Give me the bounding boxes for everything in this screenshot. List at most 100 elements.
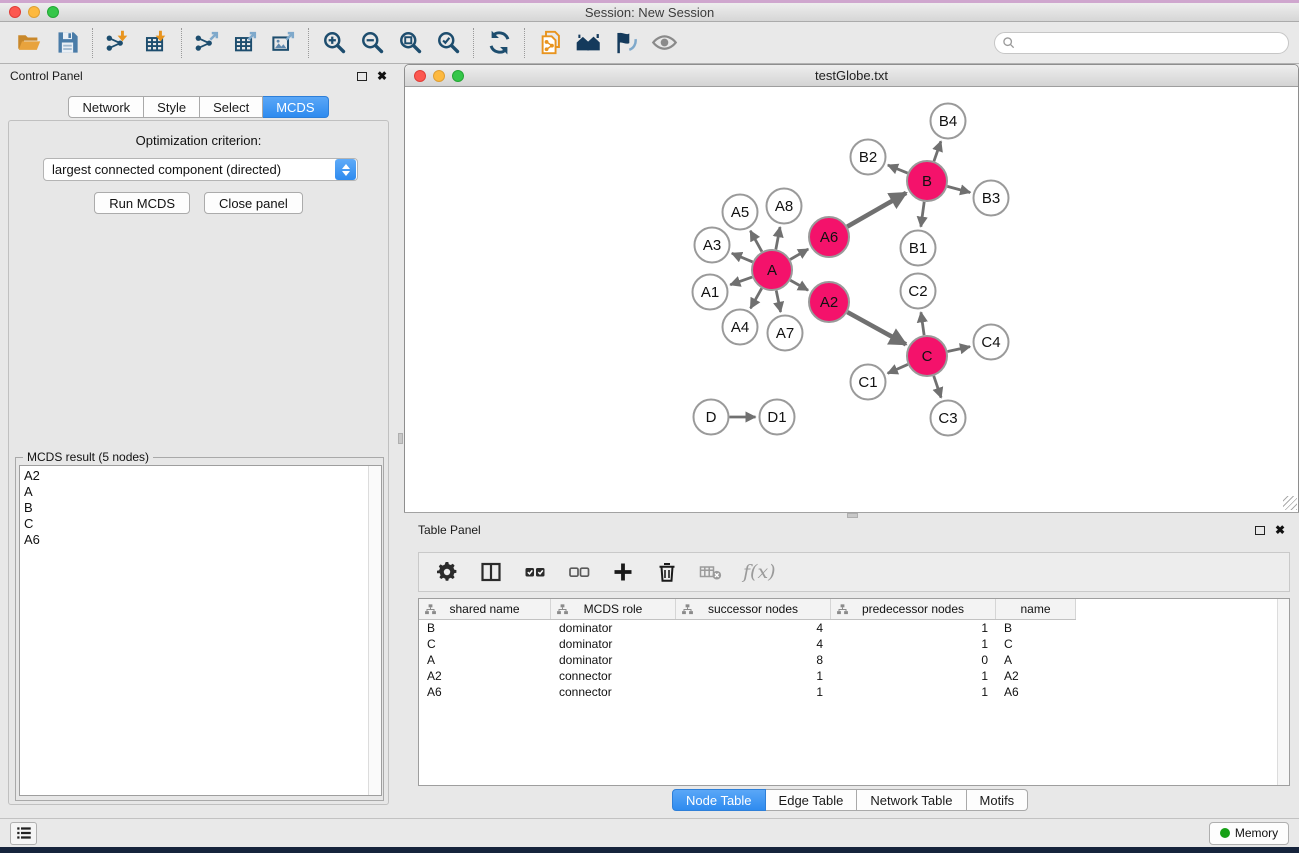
node-C2[interactable]: C2	[901, 274, 936, 309]
function-builder-icon[interactable]: f(x)	[743, 561, 776, 583]
node-A[interactable]: A	[752, 250, 792, 290]
column-header-successor-nodes[interactable]: successor nodes	[676, 599, 831, 619]
node-B[interactable]: B	[907, 161, 947, 201]
delete-table-button[interactable]	[699, 560, 723, 584]
zoom-in-button[interactable]	[315, 26, 353, 60]
edge-A-A3[interactable]	[732, 253, 753, 262]
control-panel-close-button[interactable]: ✖	[377, 72, 387, 81]
column-header-predecessor-nodes[interactable]: predecessor nodes	[831, 599, 996, 619]
edge-A-A6[interactable]	[790, 249, 808, 259]
column-header-MCDS-role[interactable]: MCDS role	[551, 599, 676, 619]
tab-node-table[interactable]: Node Table	[672, 789, 766, 811]
node-B1[interactable]: B1	[901, 231, 936, 266]
tab-mcds[interactable]: MCDS	[263, 96, 328, 118]
node-B4[interactable]: B4	[931, 104, 966, 139]
node-C3[interactable]: C3	[931, 401, 966, 436]
node-A4[interactable]: A4	[723, 310, 758, 345]
node-A7[interactable]: A7	[768, 316, 803, 351]
export-image-button[interactable]	[264, 26, 302, 60]
vertical-splitter[interactable]	[397, 64, 404, 818]
export-network-button[interactable]	[188, 26, 226, 60]
zoom-fit-button[interactable]	[391, 26, 429, 60]
node-B3[interactable]: B3	[974, 181, 1009, 216]
mcds-result-item[interactable]: A2	[24, 468, 368, 484]
mcds-result-list[interactable]: A2ABCA6	[19, 465, 382, 796]
edge-A-A2[interactable]	[790, 280, 808, 290]
edge-A-A5[interactable]	[750, 231, 761, 252]
edge-C-C4[interactable]	[948, 347, 970, 352]
edge-B-B4[interactable]	[934, 141, 941, 161]
edge-A-A1[interactable]	[730, 277, 752, 285]
node-A2[interactable]: A2	[809, 282, 849, 322]
edge-C-C1[interactable]	[888, 364, 908, 373]
edge-A-A7[interactable]	[776, 291, 780, 312]
node-table-header[interactable]: shared nameMCDS rolesuccessor nodesprede…	[419, 599, 1076, 620]
deselect-all-button[interactable]	[567, 560, 591, 584]
node-table-scrollbar[interactable]	[1277, 599, 1289, 785]
zoom-out-button[interactable]	[353, 26, 391, 60]
node-C[interactable]: C	[907, 336, 947, 376]
task-history-button[interactable]	[10, 822, 37, 845]
network-canvas-svg[interactable]: AA1A2A3A4A5A6A7A8BB1B2B3B4CC1C2C3C4DD1	[405, 87, 1298, 512]
table-row[interactable]: Cdominator41C	[419, 636, 1277, 652]
tab-network-table[interactable]: Network Table	[857, 789, 966, 811]
run-mcds-button[interactable]: Run MCDS	[94, 192, 190, 214]
node-A8[interactable]: A8	[767, 189, 802, 224]
hide-selected-button[interactable]	[645, 26, 683, 60]
tab-motifs[interactable]: Motifs	[967, 789, 1029, 811]
node-A3[interactable]: A3	[695, 228, 730, 263]
zoom-selected-button[interactable]	[429, 26, 467, 60]
add-column-button[interactable]	[611, 560, 635, 584]
edge-B-B3[interactable]	[947, 186, 970, 192]
table-panel-close-button[interactable]: ✖	[1275, 526, 1285, 535]
edge-B-B1[interactable]	[921, 202, 924, 227]
first-neighbors-button[interactable]	[569, 26, 607, 60]
select-all-button[interactable]	[523, 560, 547, 584]
mcds-result-item[interactable]: B	[24, 500, 368, 516]
delete-column-button[interactable]	[655, 560, 679, 584]
clone-network-button[interactable]	[531, 26, 569, 60]
import-network-button[interactable]	[99, 26, 137, 60]
criterion-dropdown[interactable]: largest connected component (directed)	[43, 158, 358, 181]
split-panel-button[interactable]	[479, 560, 503, 584]
tab-select[interactable]: Select	[200, 96, 263, 118]
tab-style[interactable]: Style	[144, 96, 200, 118]
edge-B-B2[interactable]	[888, 165, 908, 173]
table-settings-button[interactable]	[435, 560, 459, 584]
table-row[interactable]: A6connector11A6	[419, 684, 1277, 700]
node-A6[interactable]: A6	[809, 217, 849, 257]
table-row[interactable]: Adominator80A	[419, 652, 1277, 668]
vertical-splitter-handle[interactable]	[398, 433, 403, 444]
table-row[interactable]: Bdominator41B	[419, 620, 1277, 636]
edge-A-A4[interactable]	[751, 288, 762, 308]
table-panel-float-button[interactable]	[1255, 526, 1265, 535]
export-table-button[interactable]	[226, 26, 264, 60]
node-table[interactable]: shared nameMCDS rolesuccessor nodesprede…	[418, 598, 1290, 786]
save-button[interactable]	[48, 26, 86, 60]
node-D1[interactable]: D1	[760, 400, 795, 435]
mcds-result-item[interactable]: C	[24, 516, 368, 532]
edge-C-C3[interactable]	[934, 376, 941, 398]
edge-A6-B[interactable]	[847, 193, 906, 227]
node-A1[interactable]: A1	[693, 275, 728, 310]
edge-C-C2[interactable]	[921, 312, 924, 335]
column-header-name[interactable]: name	[996, 599, 1076, 619]
refresh-button[interactable]	[480, 26, 518, 60]
edge-A2-C[interactable]	[847, 312, 906, 344]
node-C1[interactable]: C1	[851, 365, 886, 400]
network-window-titlebar[interactable]: testGlobe.txt	[405, 65, 1298, 87]
mcds-result-scrollbar[interactable]	[368, 466, 381, 795]
edge-A-A8[interactable]	[776, 227, 780, 249]
search-input[interactable]	[1016, 34, 1288, 52]
node-A5[interactable]: A5	[723, 195, 758, 230]
window-resize-grip[interactable]	[1285, 498, 1297, 510]
tab-edge-table[interactable]: Edge Table	[766, 789, 858, 811]
tab-network[interactable]: Network	[68, 96, 144, 118]
graphics-details-button[interactable]	[607, 26, 645, 60]
close-panel-button[interactable]: Close panel	[204, 192, 303, 214]
open-button[interactable]	[10, 26, 48, 60]
table-row[interactable]: A2connector11A2	[419, 668, 1277, 684]
node-B2[interactable]: B2	[851, 140, 886, 175]
column-header-shared-name[interactable]: shared name	[419, 599, 551, 619]
search-input-wrapper[interactable]	[994, 32, 1289, 54]
